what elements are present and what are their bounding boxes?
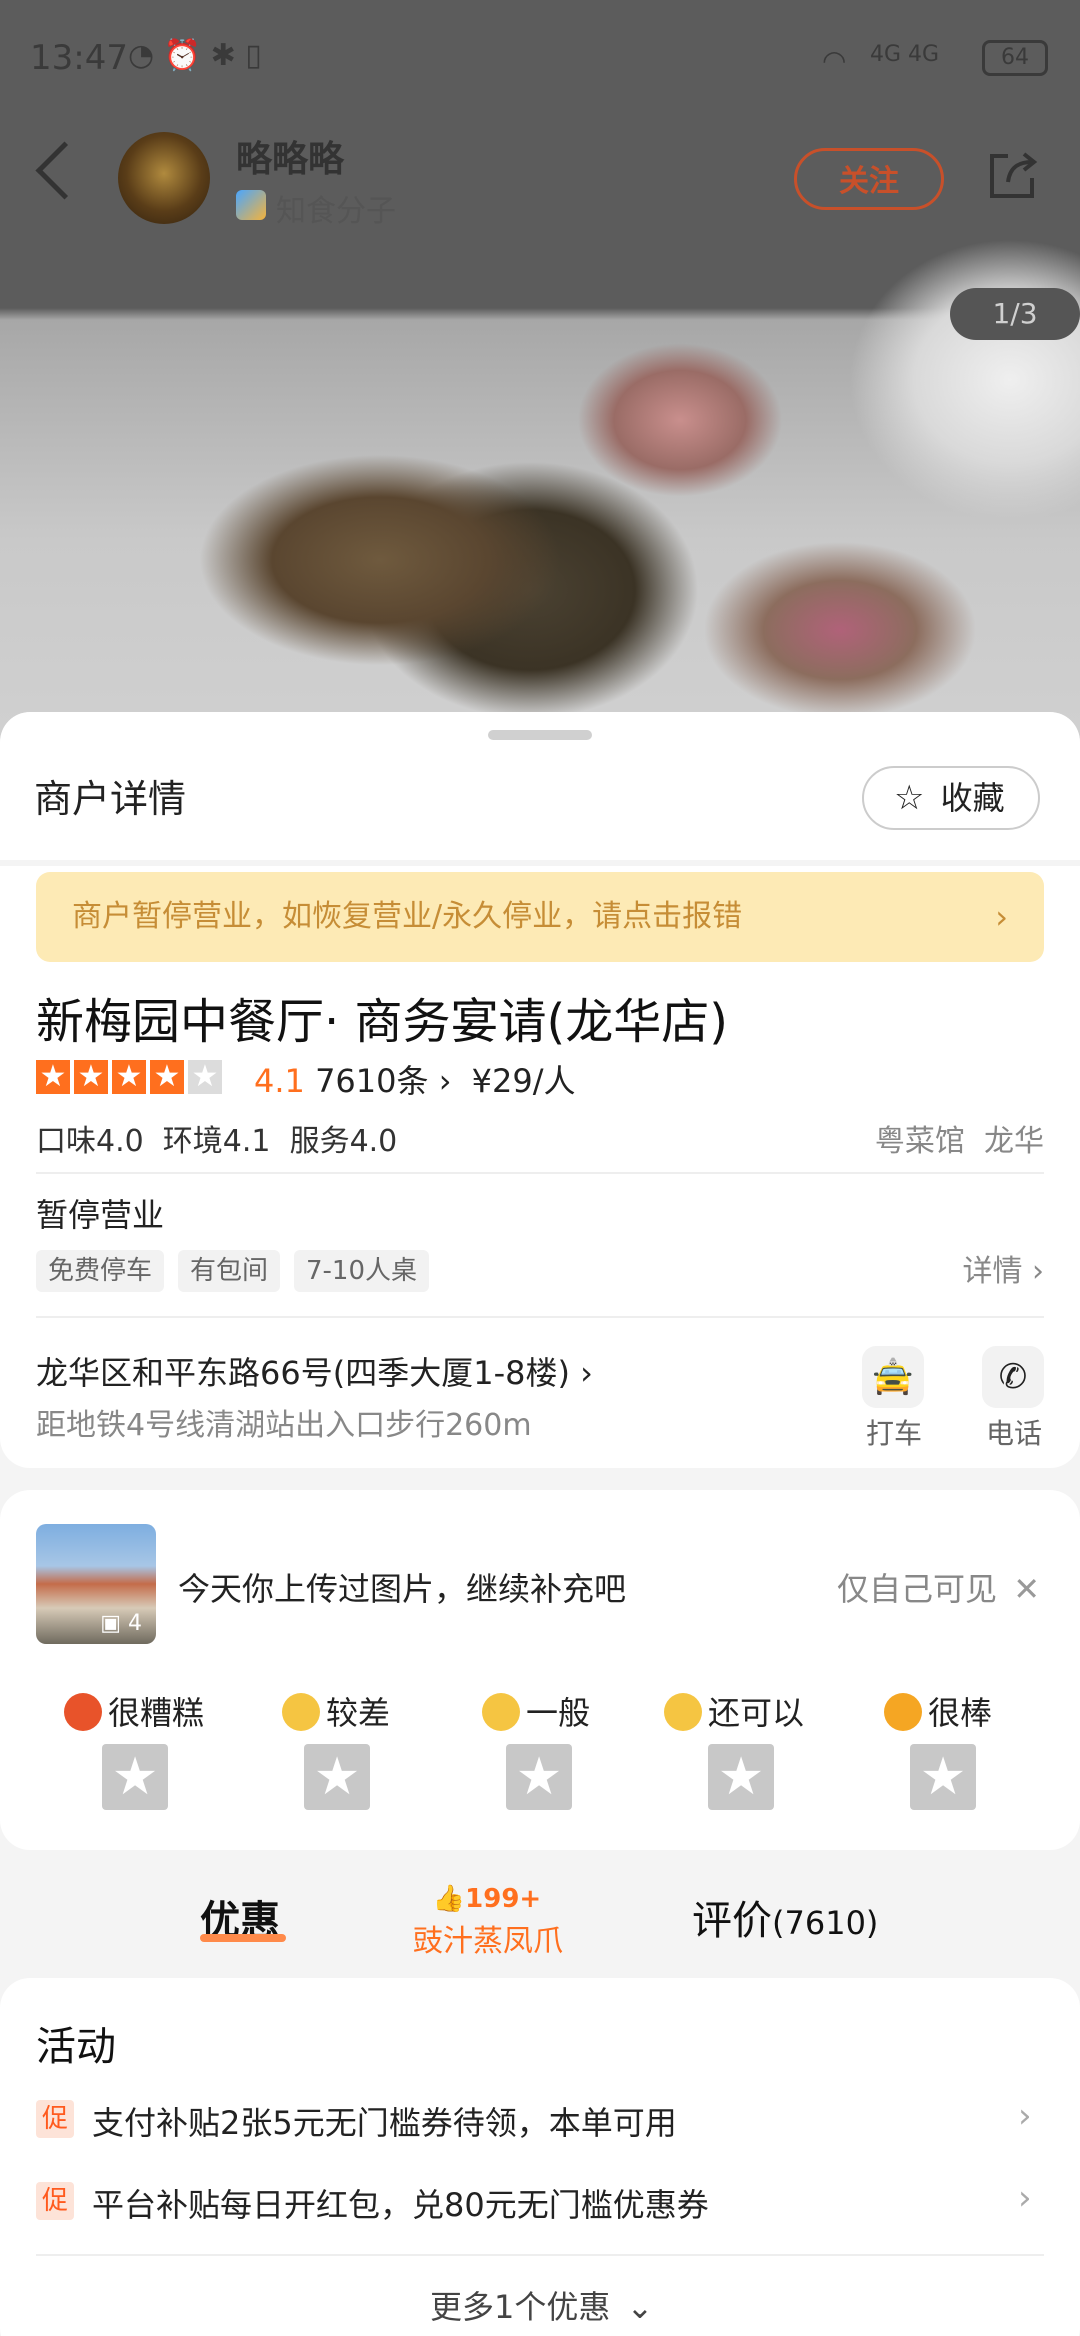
sad-face-icon bbox=[282, 1693, 320, 1731]
uploaded-photo-thumbnail[interactable]: ▣ 4 bbox=[36, 1524, 156, 1644]
wifi-icon: ◠ bbox=[822, 44, 847, 77]
star-icon bbox=[188, 1060, 222, 1094]
neutral-face-icon bbox=[482, 1693, 520, 1731]
review-count: 7610条 bbox=[315, 1062, 429, 1100]
visibility-text: 仅自己可见 bbox=[837, 1570, 998, 1608]
rate-star-2[interactable]: ★ bbox=[304, 1744, 370, 1810]
business-status: 暂停营业 bbox=[36, 1196, 165, 1234]
level-label: 知食分子 bbox=[276, 194, 396, 229]
tab-active-indicator bbox=[200, 1934, 286, 1942]
address-text: 龙华区和平东路66号(四季大厦1-8楼) bbox=[36, 1354, 570, 1392]
battery-icon: 64 bbox=[982, 40, 1048, 76]
chevron-right-icon[interactable]: › bbox=[1018, 2178, 1032, 2218]
rating-line: 4.1 7610条 › ¥29/人 bbox=[254, 1056, 576, 1102]
chevron-right-icon[interactable]: › bbox=[1018, 2096, 1032, 2136]
tag-parking: 免费停车 bbox=[36, 1250, 165, 1292]
photo-count: ▣ 4 bbox=[100, 1611, 142, 1636]
chevron-down-icon: ⌄ bbox=[626, 2288, 654, 2326]
promo-badge: 促 bbox=[36, 2100, 74, 2138]
dish-photo[interactable] bbox=[0, 0, 1080, 760]
star-outline-icon: ☆ bbox=[894, 778, 925, 818]
signal-icon: 4G 4G bbox=[870, 42, 940, 67]
star-icon bbox=[74, 1060, 108, 1094]
username[interactable]: 略略略 bbox=[236, 130, 344, 182]
taxi-label[interactable]: 打车 bbox=[866, 1412, 922, 1452]
tab-reviews-count: (7610) bbox=[772, 1904, 879, 1942]
status-icons: ◔ ⏰ ✱ ▯ bbox=[128, 38, 262, 73]
rating-option-great[interactable]: 很棒 bbox=[884, 1688, 992, 1734]
visibility-label[interactable]: 仅自己可见 ✕ bbox=[837, 1564, 1040, 1610]
closure-banner[interactable]: 商户暂停营业，如恢复营业/永久停业，请点击报错 › bbox=[36, 872, 1044, 962]
avatar[interactable] bbox=[118, 132, 210, 224]
sub-scores: 口味4.0 环境4.1 服务4.0 bbox=[36, 1124, 398, 1159]
drag-handle[interactable] bbox=[488, 730, 592, 740]
star-icon bbox=[112, 1060, 146, 1094]
rate-star-4[interactable]: ★ bbox=[708, 1744, 774, 1810]
upload-prompt: 今天你上传过图片，继续补充吧 bbox=[178, 1570, 627, 1608]
details-link[interactable]: 详情 › bbox=[962, 1246, 1044, 1290]
close-icon[interactable]: ✕ bbox=[1013, 1570, 1040, 1608]
rating-stars bbox=[36, 1060, 226, 1094]
category-area[interactable]: 粤菜馆 龙华 bbox=[875, 1116, 1044, 1160]
upload-rate-card: ▣ 4 今天你上传过图片，继续补充吧 仅自己可见 ✕ 很糟糕 较差 一般 还可以… bbox=[0, 1490, 1080, 1850]
rate-star-1[interactable]: ★ bbox=[102, 1744, 168, 1810]
angry-face-icon bbox=[64, 1693, 102, 1731]
details-label: 详情 bbox=[962, 1254, 1023, 1289]
more-deals-link[interactable]: 更多1个优惠 ⌄ bbox=[430, 2282, 653, 2328]
tab-reviews[interactable]: 评价(7610) bbox=[692, 1888, 878, 1946]
shop-name: 新梅园中餐厅· 商务宴请(龙华店) bbox=[36, 994, 728, 1050]
taxi-icon[interactable]: 🚖 bbox=[862, 1346, 924, 1408]
star-icon bbox=[150, 1060, 184, 1094]
status-time: 13:47 bbox=[30, 38, 128, 78]
promo-item-2[interactable]: 平台补贴每日开红包，兑80元无门槛优惠券 bbox=[92, 2180, 709, 2226]
rating-option-poor[interactable]: 较差 bbox=[282, 1688, 390, 1734]
rating-option-average[interactable]: 一般 bbox=[482, 1688, 590, 1734]
phone-label[interactable]: 电话 bbox=[986, 1412, 1042, 1452]
rate-star-5[interactable]: ★ bbox=[910, 1744, 976, 1810]
rating-option-okay[interactable]: 还可以 bbox=[664, 1688, 804, 1734]
tab-reviews-label: 评价 bbox=[692, 1898, 772, 1944]
photo-page-indicator: 1/3 bbox=[950, 288, 1080, 340]
section-gap bbox=[0, 860, 1080, 866]
price-per-person: ¥29/人 bbox=[471, 1062, 576, 1100]
divider bbox=[36, 1316, 1044, 1318]
rating-score: 4.1 bbox=[254, 1062, 305, 1100]
tag-private-room: 有包间 bbox=[178, 1250, 281, 1292]
subway-info: 距地铁4号线清湖站出入口步行260m bbox=[36, 1408, 532, 1443]
level-badge-icon bbox=[236, 190, 266, 220]
promo-item-1[interactable]: 支付补贴2张5元无门槛券待领，本单可用 bbox=[92, 2098, 677, 2144]
detail-sheet: 商户详情 ☆ 收藏 商户暂停营业，如恢复营业/永久停业，请点击报错 › 新梅园中… bbox=[0, 712, 1080, 2336]
rate-star-3[interactable]: ★ bbox=[506, 1744, 572, 1810]
heart-eyes-face-icon bbox=[884, 1693, 922, 1731]
promo-badge: 促 bbox=[36, 2182, 74, 2220]
smile-face-icon bbox=[664, 1693, 702, 1731]
banner-text: 商户暂停营业，如恢复营业/永久停业，请点击报错 bbox=[72, 899, 743, 934]
address-link[interactable]: 龙华区和平东路66号(四季大厦1-8楼) › bbox=[36, 1348, 593, 1394]
rating-option-terrible[interactable]: 很糟糕 bbox=[64, 1688, 204, 1734]
activities-card: 活动 促 支付补贴2张5元无门槛券待领，本单可用 › 促 平台补贴每日开红包，兑… bbox=[0, 1978, 1080, 2336]
favorite-button[interactable]: ☆ 收藏 bbox=[862, 766, 1040, 830]
divider bbox=[36, 2254, 1044, 2256]
chevron-right-icon: › bbox=[995, 898, 1008, 936]
sheet-title: 商户详情 bbox=[34, 777, 187, 821]
share-icon[interactable] bbox=[986, 148, 1040, 202]
favorite-label: 收藏 bbox=[940, 779, 1005, 817]
divider bbox=[36, 1172, 1044, 1174]
activities-title: 活动 bbox=[36, 2024, 116, 2070]
thumbs-up-icon: 👍 bbox=[432, 1884, 466, 1914]
tab-promo-count[interactable]: 👍199+ bbox=[412, 1884, 562, 1914]
merchant-card: 商户详情 ☆ 收藏 商户暂停营业，如恢复营业/永久停业，请点击报错 › 新梅园中… bbox=[0, 712, 1080, 1468]
follow-button[interactable]: 关注 bbox=[794, 148, 944, 210]
star-icon bbox=[36, 1060, 70, 1094]
review-count-link[interactable]: 7610条 › bbox=[315, 1062, 451, 1100]
more-deals-label: 更多1个优惠 bbox=[430, 2288, 611, 2326]
tag-table-size: 7-10人桌 bbox=[294, 1250, 430, 1292]
phone-icon[interactable]: ✆ bbox=[982, 1346, 1044, 1408]
tab-promo-dish[interactable]: 豉汁蒸凤爪 bbox=[410, 1916, 566, 1960]
